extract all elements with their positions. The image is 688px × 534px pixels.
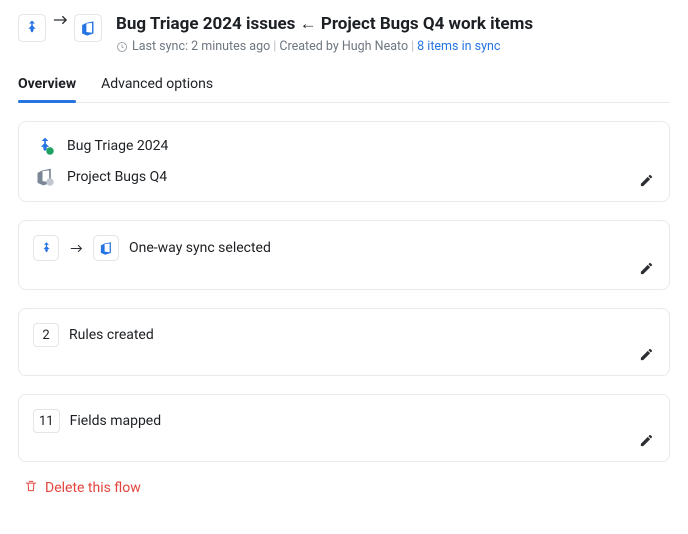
last-sync-text: Last sync: 2 minutes ago: [132, 39, 270, 54]
page-subtitle: Last sync: 2 minutes ago | Created by Hu…: [116, 39, 670, 54]
target-project-name: Project Bugs Q4: [67, 169, 167, 185]
azure-project-icon: [33, 165, 57, 189]
jira-icon: [18, 14, 46, 42]
rules-count: 2: [33, 323, 59, 347]
edit-rules-button[interactable]: [635, 343, 657, 365]
page-title: Bug Triage 2024 issues ← Project Bugs Q4…: [116, 14, 670, 35]
created-by-text: Created by Hugh Neato: [279, 39, 408, 54]
projects-card: Bug Triage 2024 Project Bugs Q4: [18, 121, 670, 202]
fields-label: Fields mapped: [70, 413, 162, 429]
azure-devops-icon: [74, 14, 102, 42]
tab-advanced-options[interactable]: Advanced options: [101, 76, 213, 102]
sync-direction-card: One-way sync selected: [18, 220, 670, 290]
edit-projects-button[interactable]: [635, 169, 657, 191]
source-project-name: Bug Triage 2024: [67, 138, 168, 154]
delete-flow-button[interactable]: Delete this flow: [24, 479, 141, 497]
edit-sync-button[interactable]: [635, 257, 657, 279]
clock-icon: [116, 41, 128, 53]
arrow-right-icon: [69, 243, 83, 254]
tab-overview[interactable]: Overview: [18, 76, 76, 102]
sync-direction-text: One-way sync selected: [129, 240, 271, 256]
arrow-right-icon: [52, 14, 68, 26]
flow-header: Bug Triage 2024 issues ← Project Bugs Q4…: [18, 14, 670, 54]
fields-card: 11 Fields mapped: [18, 394, 670, 462]
edit-fields-button[interactable]: [635, 429, 657, 451]
rules-card: 2 Rules created: [18, 308, 670, 376]
rules-label: Rules created: [69, 327, 154, 343]
delete-flow-label: Delete this flow: [45, 480, 141, 496]
fields-count: 11: [33, 409, 60, 433]
tabs: Overview Advanced options: [18, 76, 670, 103]
items-in-sync-link[interactable]: 8 items in sync: [417, 39, 500, 54]
jira-project-icon: [33, 134, 57, 158]
jira-icon: [33, 235, 59, 261]
azure-devops-icon: [93, 235, 119, 261]
trash-icon: [24, 479, 38, 497]
